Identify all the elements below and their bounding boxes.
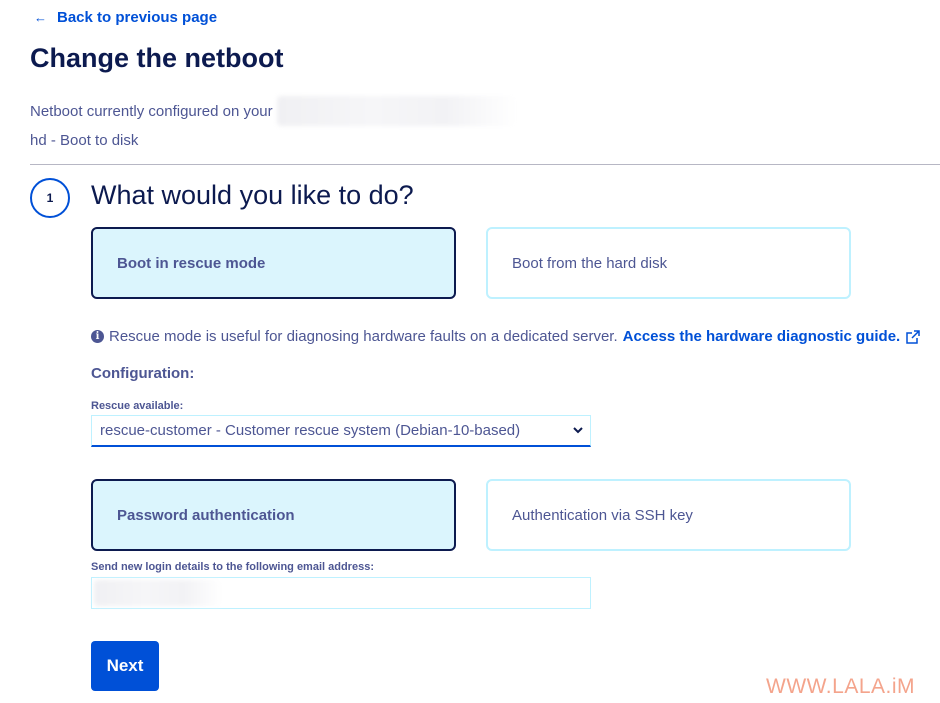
tile-label: Authentication via SSH key	[512, 506, 693, 524]
info-icon: i	[91, 330, 104, 343]
chevron-down-icon	[573, 427, 583, 434]
external-link-icon	[906, 329, 920, 344]
tile-ssh-key-auth[interactable]: Authentication via SSH key	[486, 479, 851, 551]
netboot-current-line: Netboot currently configured on your	[30, 96, 517, 126]
info-text: Rescue mode is useful for diagnosing har…	[109, 328, 618, 345]
tile-label: Password authentication	[117, 506, 295, 524]
rescue-select-value: rescue-customer - Customer rescue system…	[100, 422, 521, 439]
diagnostic-guide-link[interactable]: Access the hardware diagnostic guide.	[623, 328, 921, 345]
back-link[interactable]: ← Back to previous page	[34, 9, 217, 26]
tile-boot-hard-disk[interactable]: Boot from the hard disk	[486, 227, 851, 299]
current-netboot-value: hd - Boot to disk	[30, 132, 139, 149]
step-number-badge: 1	[30, 178, 70, 218]
rescue-available-label: Rescue available:	[91, 400, 184, 412]
configuration-heading: Configuration:	[91, 365, 195, 382]
redacted-server-name	[276, 96, 517, 126]
step-title: What would you like to do?	[91, 180, 414, 210]
netboot-prefix: Netboot currently configured on your	[30, 102, 273, 120]
tile-password-auth[interactable]: Password authentication	[91, 479, 456, 551]
email-field[interactable]	[91, 577, 591, 609]
email-label: Send new login details to the following …	[91, 561, 374, 573]
rescue-info: i Rescue mode is useful for diagnosing h…	[91, 328, 920, 345]
rescue-select[interactable]: rescue-customer - Customer rescue system…	[91, 415, 591, 447]
back-link-label: Back to previous page	[57, 9, 218, 26]
arrow-left-icon: ←	[34, 10, 47, 25]
tile-label: Boot in rescue mode	[117, 254, 266, 272]
tile-boot-rescue-mode[interactable]: Boot in rescue mode	[91, 227, 456, 299]
page-title: Change the netboot	[30, 43, 284, 73]
watermark: WWW.LALA.iM	[766, 675, 916, 698]
next-button[interactable]: Next	[91, 641, 159, 691]
tile-label: Boot from the hard disk	[512, 254, 668, 272]
diagnostic-guide-link-label: Access the hardware diagnostic guide.	[622, 328, 901, 345]
redacted-email-value	[94, 580, 222, 606]
divider	[30, 164, 940, 165]
